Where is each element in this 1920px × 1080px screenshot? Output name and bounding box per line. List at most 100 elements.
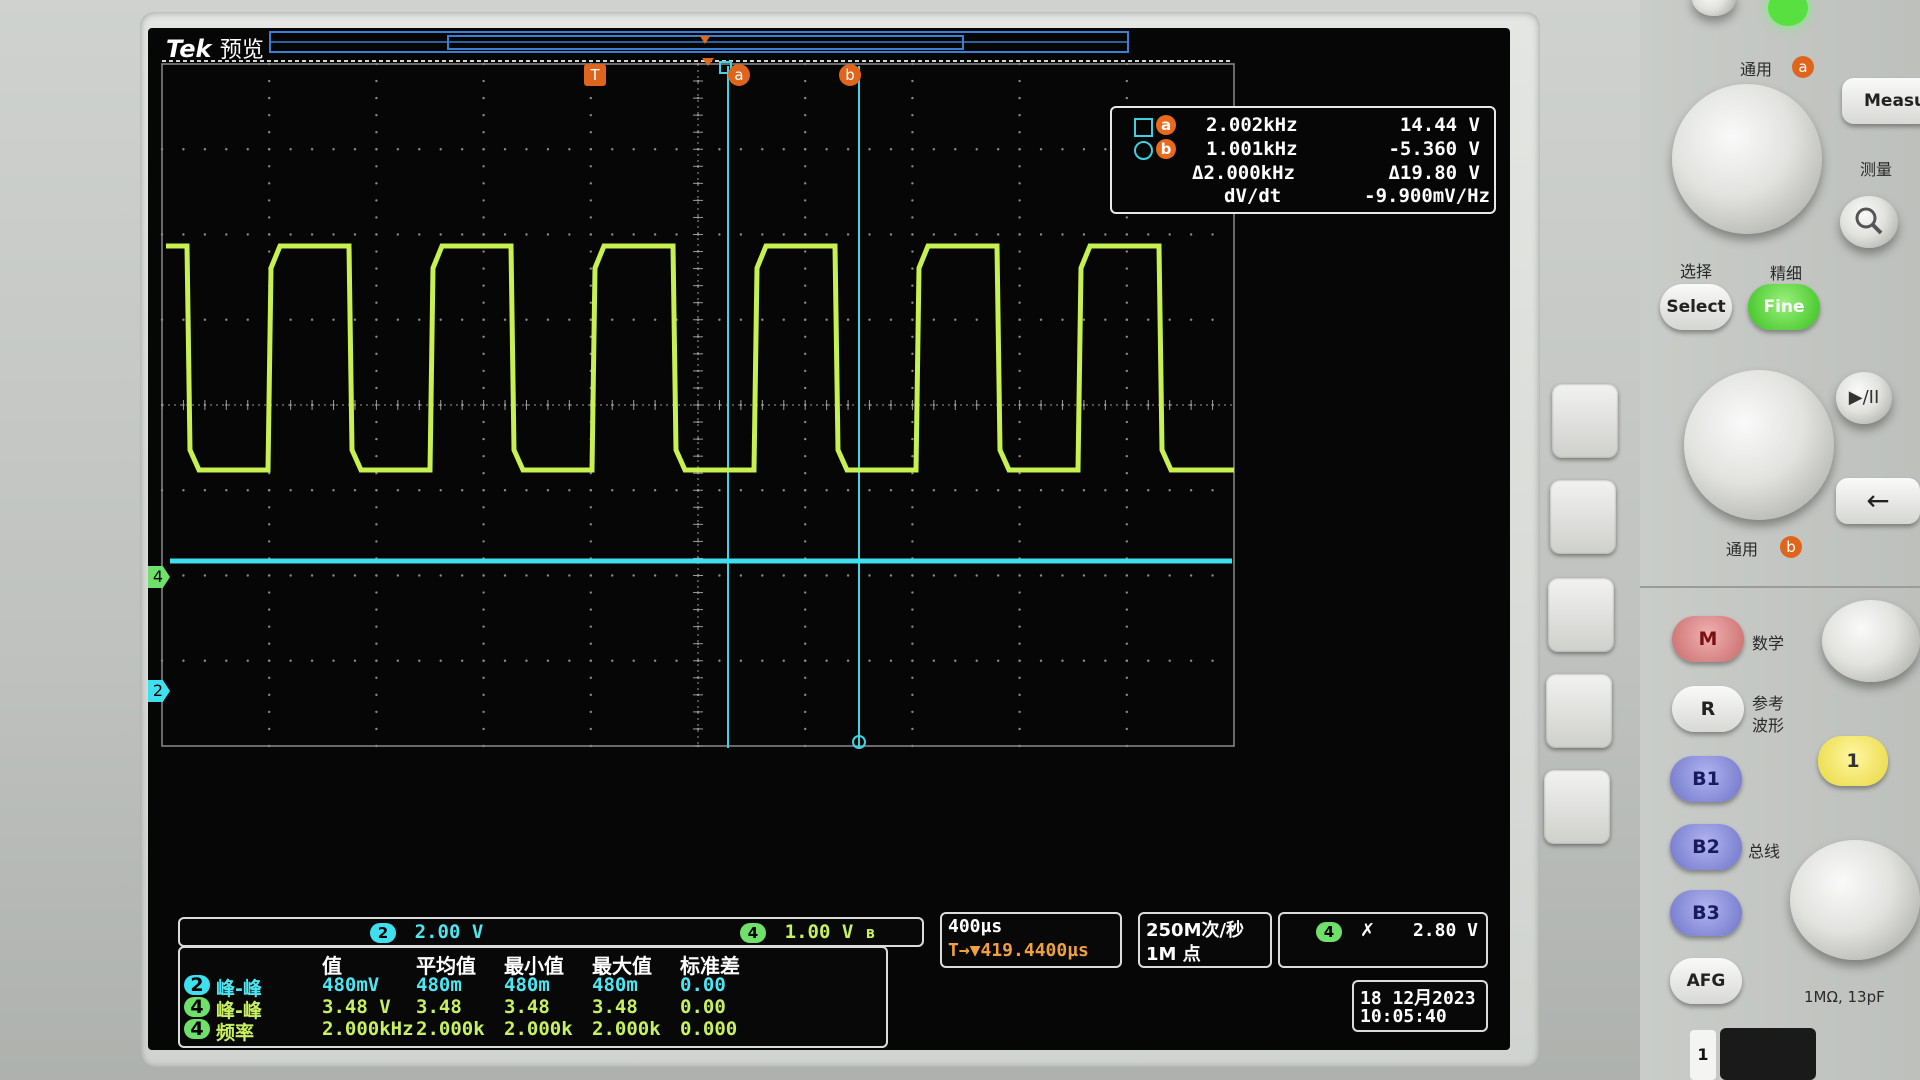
general-a-label: 通用 [1740,60,1773,79]
bezel-button-3[interactable] [1548,578,1614,652]
reference-button[interactable]: R [1672,686,1744,732]
meas-row2-value: 3.48 V [322,996,391,1018]
bezel-button-1[interactable] [1552,384,1618,458]
meas-row2-mean: 3.48 [416,996,462,1018]
table-row[interactable]: 4 频率 2.000kHz 2.000k 2.000k 2.000k 0.000 [180,1018,886,1044]
afg-button-text: AFG [1686,971,1726,991]
multipurpose-a-knob[interactable] [1672,84,1822,234]
cursor-b-row: b 1.001kHz -5.360 V [1112,138,1494,162]
measure-button[interactable]: Measur [1842,78,1920,124]
ch4-scale: 1.00 V [784,921,854,943]
cursor-a-frequency: 2.002kHz [1206,114,1298,136]
channel-1-connector-label: 1 [1690,1030,1716,1080]
bezel-button-5[interactable] [1544,770,1610,844]
sample-rate: 250M次/秒 [1146,920,1245,941]
measure-label: 测量 [1860,160,1893,179]
bus-b3-button-text: B3 [1692,902,1720,924]
back-button[interactable]: ← [1836,478,1920,524]
trigger-channel: 4 [1316,922,1342,942]
meas-row3-std: 0.000 [680,1018,738,1040]
bezel-button-2[interactable] [1550,480,1616,554]
cursor-b-badge: b [1156,139,1176,159]
meas-row3-value: 2.000kHz [322,1018,414,1040]
meas-row2-max: 3.48 [592,996,638,1018]
cursor-dvdt-row: dV/dt -9.900mV/Hz [1112,185,1494,209]
select-button[interactable]: Select [1660,284,1732,330]
trigger-marker-tag: T [584,64,606,86]
vertical-scale-knob[interactable] [1790,840,1920,960]
fine-button-text: Fine [1763,297,1805,317]
meas-row1-min: 480m [504,974,550,996]
cursor-b-voltage: -5.360 V [1388,138,1480,160]
vertical-position-knob[interactable] [1822,600,1920,682]
channel-1-button-text: 1 [1846,750,1860,772]
time: 10:05:40 [1360,1006,1447,1027]
ch2-ground-marker-text: 2 [152,681,164,700]
meas-row1-std: 0.00 [680,974,726,996]
meas-row3-name: 频率 [216,1022,255,1044]
reference-button-text: R [1700,698,1716,720]
ch2-scale: 2.00 V [414,921,484,943]
panel-divider [1640,586,1920,588]
general-b-label: 通用 [1726,540,1759,559]
back-arrow-icon: ← [1866,484,1890,517]
bus-b3-button[interactable]: B3 [1670,890,1742,936]
cursor-b-tag[interactable]: b [839,64,861,86]
cursor-delta-row: Δ2.000kHz Δ19.80 V [1112,162,1494,186]
bus-b2-button[interactable]: B2 [1670,824,1742,870]
cursor-b-circle-icon [1134,141,1153,160]
bus-label: 总线 [1748,842,1781,861]
channel-scale-bar[interactable]: 2 2.00 V 4 1.00 V B [178,917,924,947]
measurement-table[interactable]: 值 平均值 最小值 最大值 标准差 2 峰-峰 480mV 480m 480m … [178,946,888,1048]
ch4-scale-group[interactable]: 4 1.00 V B [740,921,875,943]
bus-b1-button[interactable]: B1 [1670,756,1742,802]
ch2-scale-group[interactable]: 2 2.00 V [370,921,483,943]
timebase-box[interactable]: 400µs T→▼419.4400µs [940,912,1122,968]
bus-b1-button-text: B1 [1692,768,1720,790]
select-button-text: Select [1666,297,1726,317]
multipurpose-b-knob[interactable] [1684,370,1834,520]
channel-1-button[interactable]: 1 [1818,736,1888,786]
play-pause-icon: ▶/II [1848,387,1880,408]
select-label: 选择 [1680,262,1713,281]
cursor-a-tag-text: a [734,66,744,84]
zoom-icon [1855,207,1883,235]
table-row[interactable]: 2 峰-峰 480mV 480m 480m 480m 0.00 [180,974,886,1000]
play-pause-button[interactable]: ▶/II [1836,372,1892,424]
measure-button-text: Measur [1864,91,1920,111]
top-knob[interactable] [1692,0,1736,16]
cursor-a-tag[interactable]: a [728,64,750,86]
math-label: 数学 [1752,634,1785,653]
cursor-dvdt-value: -9.900mV/Hz [1364,185,1490,207]
record-length: 1M 点 [1146,944,1201,965]
general-b-tag: b [1780,536,1802,558]
meas-row3-mean: 2.000k [416,1018,485,1040]
channel-1-connector[interactable] [1720,1028,1816,1080]
table-row[interactable]: 4 峰-峰 3.48 V 3.48 3.48 3.48 0.00 [180,996,886,1022]
datetime-box: 18 12月2023 10:05:40 [1352,980,1488,1032]
math-button[interactable]: M [1672,616,1744,662]
meas-row3-channel: 4 [184,1019,210,1039]
record-trigger-marker [700,36,710,44]
cursor-b-tag-text: b [845,66,855,84]
trigger-position: T→▼419.4400µs [948,940,1089,961]
meas-row2-channel: 4 [184,997,210,1017]
zoom-button[interactable] [1840,196,1898,248]
afg-button[interactable]: AFG [1670,958,1742,1004]
meas-row1-channel: 2 [184,975,210,995]
meas-row3-max: 2.000k [592,1018,661,1040]
control-panel: 通用 a Measur 测量 选择 精细 Select Fine ▶/II ← … [1640,0,1920,1080]
cursor-b-frequency: 1.001kHz [1206,138,1298,160]
bezel-button-4[interactable] [1546,674,1612,748]
sample-rate-box[interactable]: 250M次/秒 1M 点 [1138,912,1272,968]
input-impedance-label: 1MΩ, 13pF [1804,988,1885,1006]
cursor-a-square-icon [1134,118,1153,137]
cursor-a-badge: a [1156,115,1176,135]
trigger-box[interactable]: 4 ✗ 2.80 V [1278,912,1488,968]
ch4-ground-marker-text: 4 [152,567,164,586]
ch2-badge: 2 [370,922,396,943]
fine-button[interactable]: Fine [1748,284,1820,330]
cursor-a-row: a 2.002kHz 14.44 V [1112,114,1494,138]
run-indicator-button[interactable] [1768,0,1808,26]
oscilloscope-screen: Tek 预览 T a b 4 2 a 2.002kHz 14.44 V b 1.… [148,28,1510,1050]
